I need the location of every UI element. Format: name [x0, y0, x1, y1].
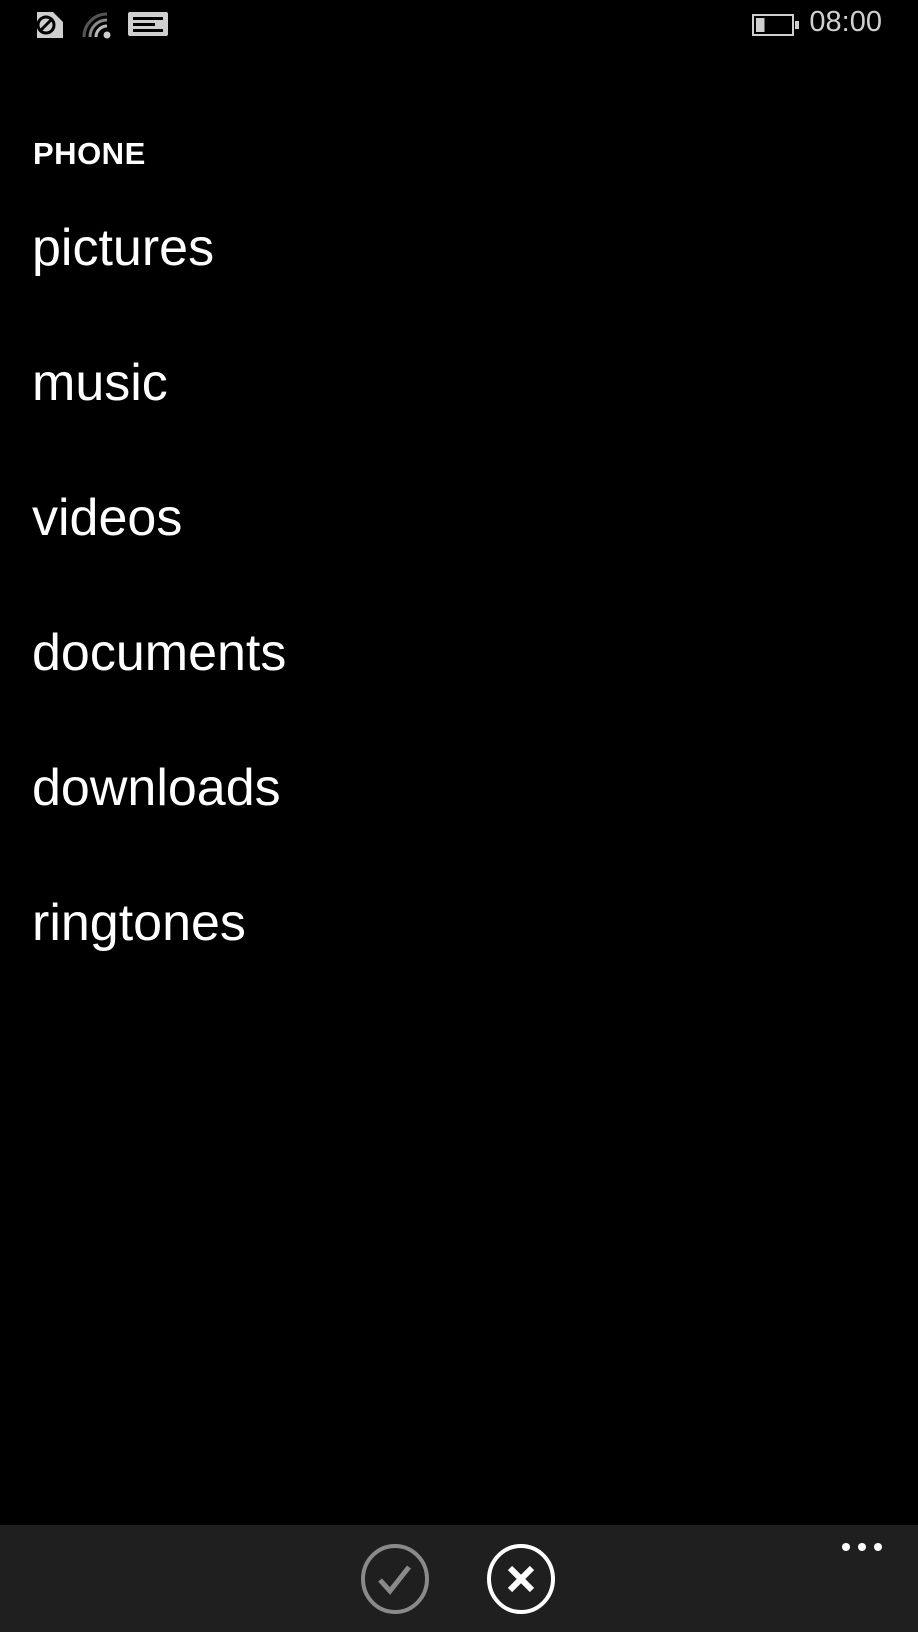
button-ring — [361, 1544, 429, 1614]
check-icon — [378, 1565, 411, 1595]
cancel-button[interactable] — [486, 1544, 556, 1614]
clock: 08:00 — [809, 6, 882, 38]
app-bar — [0, 1525, 918, 1632]
status-bar: 08:00 — [0, 0, 918, 52]
close-icon — [507, 1565, 535, 1593]
accept-button[interactable] — [360, 1544, 430, 1614]
battery-icon — [752, 14, 799, 36]
folder-item-downloads[interactable]: downloads — [32, 750, 286, 885]
sim-blocked-icon — [36, 12, 63, 38]
folder-list: pictures music videos documents download… — [32, 210, 286, 1020]
message-icon — [128, 12, 168, 36]
ellipsis-icon[interactable] — [838, 1535, 888, 1561]
page-title: PHONE — [33, 136, 146, 171]
wifi-icon — [82, 12, 111, 39]
folder-item-music[interactable]: music — [32, 345, 286, 480]
folder-item-ringtones[interactable]: ringtones — [32, 885, 286, 1020]
folder-item-documents[interactable]: documents — [32, 615, 286, 750]
folder-item-videos[interactable]: videos — [32, 480, 286, 615]
folder-item-pictures[interactable]: pictures — [32, 210, 286, 345]
